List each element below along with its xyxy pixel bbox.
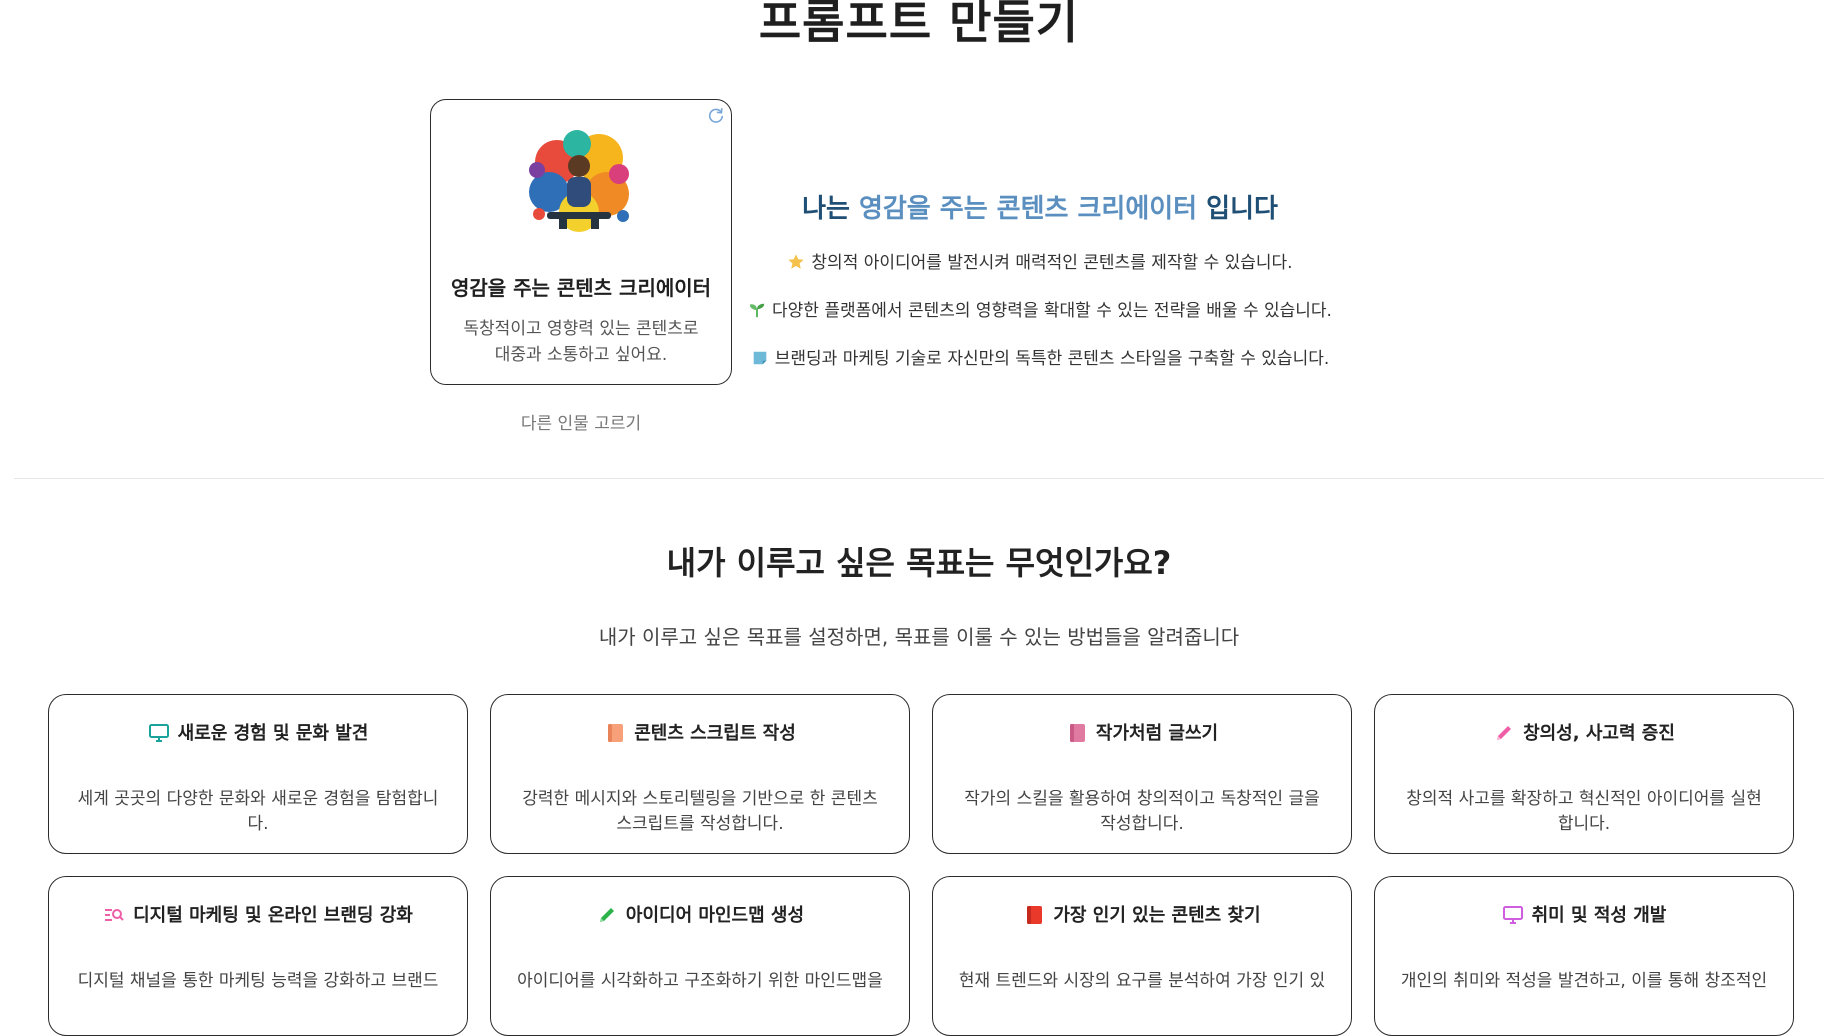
feature-text: 창의적 아이디어를 발전시켜 매력적인 콘텐츠를 제작할 수 있습니다. [811, 253, 1293, 273]
intro-prefix: 나는 [802, 194, 850, 224]
goal-card-title: 가장 인기 있는 콘텐츠 찾기 [933, 901, 1351, 927]
section-divider [14, 478, 1824, 479]
star-icon [788, 254, 805, 269]
monitor-icon [148, 724, 169, 742]
goal-card-title: 작가처럼 글쓰기 [933, 719, 1351, 745]
creator-illustration [529, 130, 629, 232]
goal-card[interactable]: 가장 인기 있는 콘텐츠 찾기 현재 트렌드와 시장의 요구를 분석하여 가장 … [932, 876, 1352, 1036]
goal-card-title: 아이디어 마인드맵 생성 [491, 901, 909, 927]
green-pencil-icon [599, 908, 614, 922]
red-book-icon [1027, 906, 1043, 924]
goal-card-description: 개인의 취미와 적성을 발견하고, 이를 통해 창조적인 [1400, 971, 1768, 991]
persona-description-line2: 대중과 소통하고 싶어요. [494, 345, 668, 365]
persona-card[interactable]: 영감을 주는 콘텐츠 크리에이터 독창적이고 영향력 있는 콘텐츠로 대중과 소… [430, 99, 732, 385]
persona-description-line1: 독창적이고 영향력 있는 콘텐츠로 [463, 319, 699, 339]
goal-card-title: 새로운 경험 및 문화 발견 [49, 719, 467, 745]
book-pink-icon [1069, 724, 1085, 742]
feature-text: 브랜딩과 마케팅 기술로 자신만의 독특한 콘텐츠 스타일을 구축할 수 있습니… [774, 349, 1330, 369]
goal-card-title: 취미 및 적성 개발 [1375, 901, 1793, 927]
goal-card-description: 강력한 메시지와 스토리텔링을 기반으로 한 콘텐츠 스크립트를 작성합니다. [522, 789, 878, 834]
note-icon [753, 351, 767, 365]
goal-card[interactable]: 디지털 마케팅 및 온라인 브랜딩 강화 디지털 채널을 통한 마케팅 능력을 … [48, 876, 468, 1036]
intro-highlight: 영감을 주는 콘텐츠 크리에이터 [858, 194, 1198, 224]
goal-card[interactable]: 아이디어 마인드맵 생성 아이디어를 시각화하고 구조화하기 위한 마인드맵을 [490, 876, 910, 1036]
search-list-icon [105, 909, 124, 921]
goal-card[interactable]: 콘텐츠 스크립트 작성 강력한 메시지와 스토리텔링을 기반으로 한 콘텐츠 스… [490, 694, 910, 854]
feature-item: 브랜딩과 마케팅 기술로 자신만의 독특한 콘텐츠 스타일을 구축할 수 있습니… [700, 344, 1380, 369]
goal-card-description: 세계 곳곳의 다양한 문화와 새로운 경험을 탐험합니다. [77, 789, 439, 834]
goal-card[interactable]: 창의성, 사고력 증진 창의적 사고를 확장하고 혁신적인 아이디어를 실현합니… [1374, 694, 1794, 854]
goal-card-description: 디지털 채널을 통한 마케팅 능력을 강화하고 브랜드 [77, 971, 439, 991]
goal-card[interactable]: 작가처럼 글쓰기 작가의 스킬을 활용하여 창의적이고 독창적인 글을 작성합니… [932, 694, 1352, 854]
goal-card-description: 작가의 스킬을 활용하여 창의적이고 독창적인 글을 작성합니다. [964, 789, 1320, 834]
feature-item: 창의적 아이디어를 발전시켜 매력적인 콘텐츠를 제작할 수 있습니다. [700, 248, 1380, 273]
goal-card-title: 창의성, 사고력 증진 [1375, 719, 1793, 745]
goal-card[interactable]: 취미 및 적성 개발 개인의 취미와 적성을 발견하고, 이를 통해 창조적인 [1374, 876, 1794, 1036]
goal-card-title: 콘텐츠 스크립트 작성 [491, 719, 909, 745]
goal-card-title: 디지털 마케팅 및 온라인 브랜딩 강화 [49, 901, 467, 927]
goal-section-subtitle: 내가 이루고 싶은 목표를 설정하면, 목표를 이룰 수 있는 방법들을 알려줍… [598, 625, 1240, 649]
persona-name: 영감을 주는 콘텐츠 크리에이터 [450, 276, 712, 300]
choose-other-persona-button[interactable]: 다른 인물 고르기 [430, 409, 732, 434]
persona-intro-title: 나는 영감을 주는 콘텐츠 크리에이터 입니다 [760, 188, 1320, 225]
goal-section-title: 내가 이루고 싶은 목표는 무엇인가요? [666, 544, 1172, 582]
goal-card-description: 창의적 사고를 확장하고 혁신적인 아이디어를 실현합니다. [1406, 789, 1762, 834]
goal-card-description: 현재 트렌드와 시장의 요구를 분석하여 가장 인기 있 [958, 971, 1326, 991]
sprout-icon [749, 303, 765, 318]
pencil-icon [1497, 726, 1512, 740]
tv-icon [1502, 906, 1523, 924]
feature-item: 다양한 플랫폼에서 콘텐츠의 영향력을 확대할 수 있는 전략을 배울 수 있습… [700, 296, 1380, 321]
intro-suffix: 입니다 [1206, 194, 1278, 224]
page-title: 프롬프트 만들기 [758, 0, 1080, 49]
feature-text: 다양한 플랫폼에서 콘텐츠의 영향력을 확대할 수 있는 전략을 배울 수 있습… [772, 301, 1332, 321]
goal-card[interactable]: 새로운 경험 및 문화 발견 세계 곳곳의 다양한 문화와 새로운 경험을 탐험… [48, 694, 468, 854]
book-orange-icon [608, 724, 624, 742]
goal-card-description: 아이디어를 시각화하고 구조화하기 위한 마인드맵을 [517, 971, 883, 991]
refresh-icon[interactable] [707, 106, 725, 124]
